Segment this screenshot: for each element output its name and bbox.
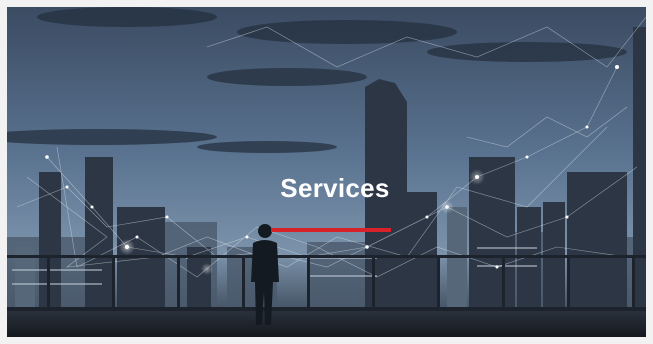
city-skyline-network-icon	[7, 7, 646, 337]
title-underline	[271, 228, 391, 232]
hero-banner: Services	[7, 7, 646, 337]
page-title: Services	[280, 173, 390, 203]
